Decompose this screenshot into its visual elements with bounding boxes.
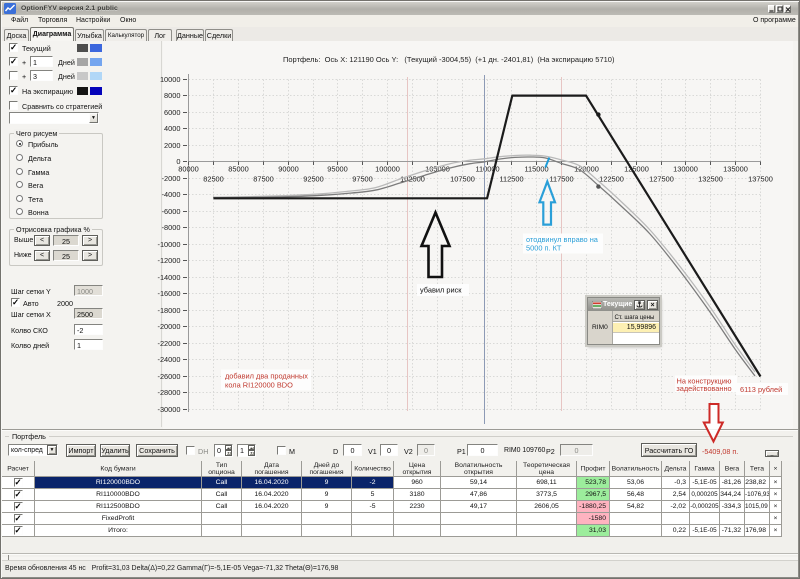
svg-text:5000 п. КТ: 5000 п. КТ — [526, 244, 562, 253]
svg-text:10000: 10000 — [160, 75, 181, 84]
svg-text:-14000: -14000 — [157, 273, 180, 282]
svg-text:-12000: -12000 — [157, 256, 180, 265]
svg-text:132500: 132500 — [698, 175, 723, 184]
svg-text:-20000: -20000 — [157, 322, 180, 331]
svg-text:107500: 107500 — [450, 175, 475, 184]
svg-text:-8000: -8000 — [162, 223, 181, 232]
svg-text:82500: 82500 — [203, 175, 224, 184]
svg-text:-22000: -22000 — [157, 339, 180, 348]
svg-text:2000: 2000 — [164, 141, 180, 150]
svg-text:убавил риск: убавил риск — [420, 286, 462, 295]
svg-text:8000: 8000 — [164, 91, 180, 100]
svg-text:-6000: -6000 — [162, 207, 181, 216]
svg-text:122500: 122500 — [599, 175, 624, 184]
svg-text:127500: 127500 — [649, 175, 674, 184]
svg-text:112500: 112500 — [499, 175, 523, 184]
svg-text:добавил два проданных: добавил два проданных — [225, 372, 308, 381]
svg-text:кола RI120000 BDO: кола RI120000 BDO — [225, 381, 293, 390]
svg-text:92500: 92500 — [303, 175, 324, 184]
svg-text:-26000: -26000 — [157, 372, 180, 381]
svg-text:-10000: -10000 — [157, 240, 180, 249]
svg-text:87500: 87500 — [253, 175, 274, 184]
svg-text:137500: 137500 — [748, 175, 773, 184]
svg-text:80000: 80000 — [178, 165, 199, 174]
svg-text:97500: 97500 — [352, 175, 373, 184]
svg-text:95000: 95000 — [327, 165, 348, 174]
svg-text:-24000: -24000 — [157, 355, 180, 364]
svg-text:90000: 90000 — [278, 165, 299, 174]
svg-text:-30000: -30000 — [157, 405, 180, 414]
svg-text:100000: 100000 — [375, 165, 400, 174]
svg-text:85000: 85000 — [228, 165, 249, 174]
svg-text:130000: 130000 — [673, 165, 698, 174]
svg-text:задействованно: задействованно — [676, 384, 731, 393]
svg-text:-2000: -2000 — [162, 174, 181, 183]
svg-text:135000: 135000 — [723, 165, 748, 174]
svg-text:125000: 125000 — [624, 165, 649, 174]
svg-text:-28000: -28000 — [157, 388, 180, 397]
svg-text:-18000: -18000 — [157, 306, 180, 315]
svg-text:-16000: -16000 — [157, 289, 180, 298]
svg-text:6113 рублей: 6113 рублей — [740, 385, 782, 394]
svg-text:4000: 4000 — [164, 124, 180, 133]
svg-text:6000: 6000 — [164, 108, 180, 117]
svg-text:117500: 117500 — [549, 175, 573, 184]
svg-text:-4000: -4000 — [162, 190, 181, 199]
